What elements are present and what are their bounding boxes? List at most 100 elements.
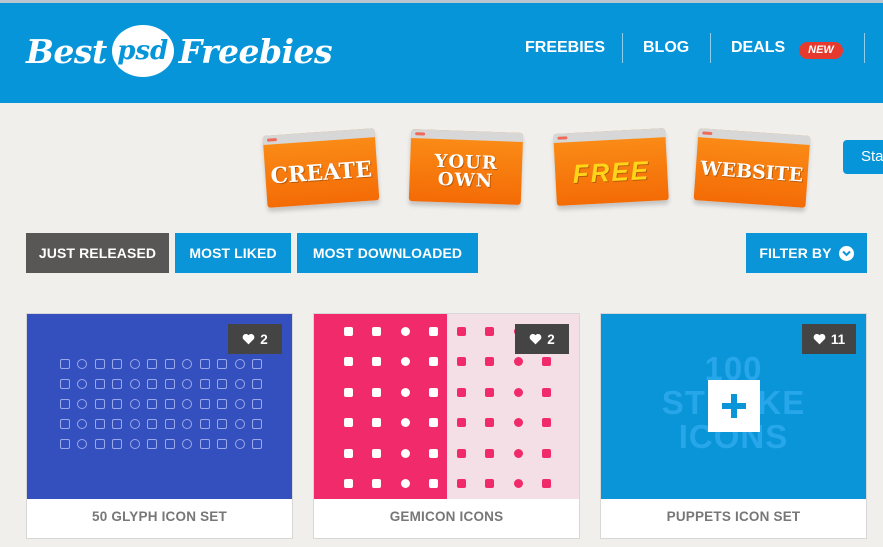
likes-badge[interactable]: 2 bbox=[228, 324, 282, 354]
gemicon-thumbnail-icon bbox=[420, 469, 449, 500]
card-glyph-icon-set[interactable]: 2 50 GLYPH ICON SET bbox=[26, 313, 293, 539]
glyph-thumbnail-icon bbox=[74, 414, 92, 434]
glyph-thumbnail-icon bbox=[161, 434, 179, 454]
glyph-thumbnail-icon bbox=[214, 374, 232, 394]
glyph-thumbnail-icon bbox=[56, 414, 74, 434]
card-gemicon-icons[interactable]: 2 GEMICON ICONS bbox=[313, 313, 580, 539]
heart-icon bbox=[242, 333, 255, 345]
glyph-thumbnail-icon bbox=[109, 374, 127, 394]
likes-badge[interactable]: 2 bbox=[515, 324, 569, 354]
glyph-thumbnail-icon bbox=[74, 374, 92, 394]
glyph-thumbnail-icon bbox=[196, 374, 214, 394]
gemicon-grid-left bbox=[334, 316, 448, 499]
gemicon-thumbnail-icon bbox=[447, 408, 476, 439]
glyph-thumbnail-icon bbox=[91, 374, 109, 394]
gemicon-thumbnail-icon bbox=[391, 438, 420, 469]
glyph-thumbnail-icon bbox=[126, 374, 144, 394]
filter-most-liked[interactable]: MOST LIKED bbox=[175, 233, 291, 273]
glyph-thumbnail-icon bbox=[74, 354, 92, 374]
glyph-thumbnail-icon bbox=[91, 434, 109, 454]
gemicon-thumbnail-icon bbox=[504, 377, 533, 408]
gemicon-thumbnail-icon bbox=[334, 469, 363, 500]
chevron-down-icon bbox=[838, 245, 854, 261]
gemicon-thumbnail-icon bbox=[447, 377, 476, 408]
filter-by-button[interactable]: FILTER BY bbox=[746, 233, 867, 273]
glyph-thumbnail-icon bbox=[214, 354, 232, 374]
glyph-thumbnail-icon bbox=[196, 414, 214, 434]
site-logo[interactable]: Best psd Freebies bbox=[26, 21, 333, 81]
card-thumbnail: 2 bbox=[27, 314, 292, 499]
glyph-thumbnail-icon bbox=[161, 414, 179, 434]
glyph-thumbnail-icon bbox=[214, 414, 232, 434]
gemicon-thumbnail-icon bbox=[447, 316, 476, 347]
logo-word-freebies: Freebies bbox=[178, 31, 333, 71]
gemicon-thumbnail-icon bbox=[391, 347, 420, 378]
glyph-thumbnail-icon bbox=[231, 394, 249, 414]
gemicon-thumbnail-icon bbox=[391, 408, 420, 439]
glyph-thumbnail-icon bbox=[231, 374, 249, 394]
card-title[interactable]: PUPPETS ICON SET bbox=[601, 509, 866, 524]
nav-divider bbox=[710, 33, 711, 63]
glyph-thumbnail-icon bbox=[144, 434, 162, 454]
glyph-thumbnail-icon bbox=[249, 414, 267, 434]
gemicon-thumbnail-icon bbox=[476, 469, 505, 500]
glyph-thumbnail-icon bbox=[56, 434, 74, 454]
glyph-thumbnail-icon bbox=[74, 394, 92, 414]
glyph-icon-grid bbox=[56, 354, 266, 454]
start-button[interactable]: Sta bbox=[843, 140, 883, 174]
logo-badge-psd: psd bbox=[111, 25, 174, 77]
gemicon-thumbnail-icon bbox=[533, 377, 562, 408]
glyph-thumbnail-icon bbox=[249, 374, 267, 394]
glyph-thumbnail-icon bbox=[161, 394, 179, 414]
gemicon-thumbnail-icon bbox=[476, 438, 505, 469]
gemicon-thumbnail-icon bbox=[391, 377, 420, 408]
gemicon-thumbnail-icon bbox=[334, 377, 363, 408]
card-thumbnail: 100 STROKE ICONS 11 bbox=[601, 314, 866, 499]
filter-just-released[interactable]: JUST RELEASED bbox=[26, 233, 169, 273]
gemicon-thumbnail-icon bbox=[504, 408, 533, 439]
gemicon-thumbnail-icon bbox=[447, 469, 476, 500]
gemicon-thumbnail-icon bbox=[447, 438, 476, 469]
glyph-thumbnail-icon bbox=[109, 354, 127, 374]
nav-freebies[interactable]: FREEBIES bbox=[525, 39, 605, 57]
glyph-thumbnail-icon bbox=[74, 434, 92, 454]
filter-most-downloaded[interactable]: MOST DOWNLOADED bbox=[297, 233, 478, 273]
glyph-thumbnail-icon bbox=[126, 414, 144, 434]
glyph-thumbnail-icon bbox=[249, 394, 267, 414]
glyph-thumbnail-icon bbox=[179, 434, 197, 454]
banner-word: YOUR OWN bbox=[434, 150, 499, 192]
banner-card-your-own[interactable]: YOUR OWN bbox=[408, 129, 524, 205]
gemicon-thumbnail-icon bbox=[334, 347, 363, 378]
banner-card-create[interactable]: CREATE bbox=[262, 128, 380, 208]
banner-card-website[interactable]: WEBSITE bbox=[693, 128, 811, 208]
heart-icon bbox=[529, 333, 542, 345]
glyph-thumbnail-icon bbox=[179, 394, 197, 414]
gemicon-thumbnail-icon bbox=[420, 377, 449, 408]
gemicon-thumbnail-icon bbox=[533, 438, 562, 469]
glyph-thumbnail-icon bbox=[144, 374, 162, 394]
gemicon-thumbnail-icon bbox=[504, 469, 533, 500]
likes-badge[interactable]: 11 bbox=[802, 324, 856, 354]
nav-divider bbox=[864, 33, 865, 63]
add-button[interactable] bbox=[708, 380, 760, 432]
glyph-thumbnail-icon bbox=[249, 354, 267, 374]
card-title[interactable]: GEMICON ICONS bbox=[314, 509, 579, 524]
card-puppets-icon-set[interactable]: 100 STROKE ICONS 11 PUPPETS ICON SET bbox=[600, 313, 867, 539]
glyph-thumbnail-icon bbox=[214, 434, 232, 454]
glyph-thumbnail-icon bbox=[161, 354, 179, 374]
nav-deals[interactable]: DEALS bbox=[731, 39, 785, 57]
gemicon-thumbnail-icon bbox=[391, 316, 420, 347]
card-title[interactable]: 50 GLYPH ICON SET bbox=[27, 509, 292, 524]
glyph-thumbnail-icon bbox=[56, 394, 74, 414]
banner-card-free[interactable]: FREE bbox=[553, 128, 669, 206]
glyph-thumbnail-icon bbox=[109, 394, 127, 414]
glyph-thumbnail-icon bbox=[161, 374, 179, 394]
glyph-thumbnail-icon bbox=[91, 394, 109, 414]
glyph-thumbnail-icon bbox=[144, 414, 162, 434]
likes-count: 11 bbox=[830, 331, 846, 347]
gemicon-thumbnail-icon bbox=[363, 438, 392, 469]
glyph-thumbnail-icon bbox=[144, 354, 162, 374]
gemicon-thumbnail-icon bbox=[363, 377, 392, 408]
nav-blog[interactable]: BLOG bbox=[643, 39, 689, 57]
glyph-thumbnail-icon bbox=[179, 354, 197, 374]
